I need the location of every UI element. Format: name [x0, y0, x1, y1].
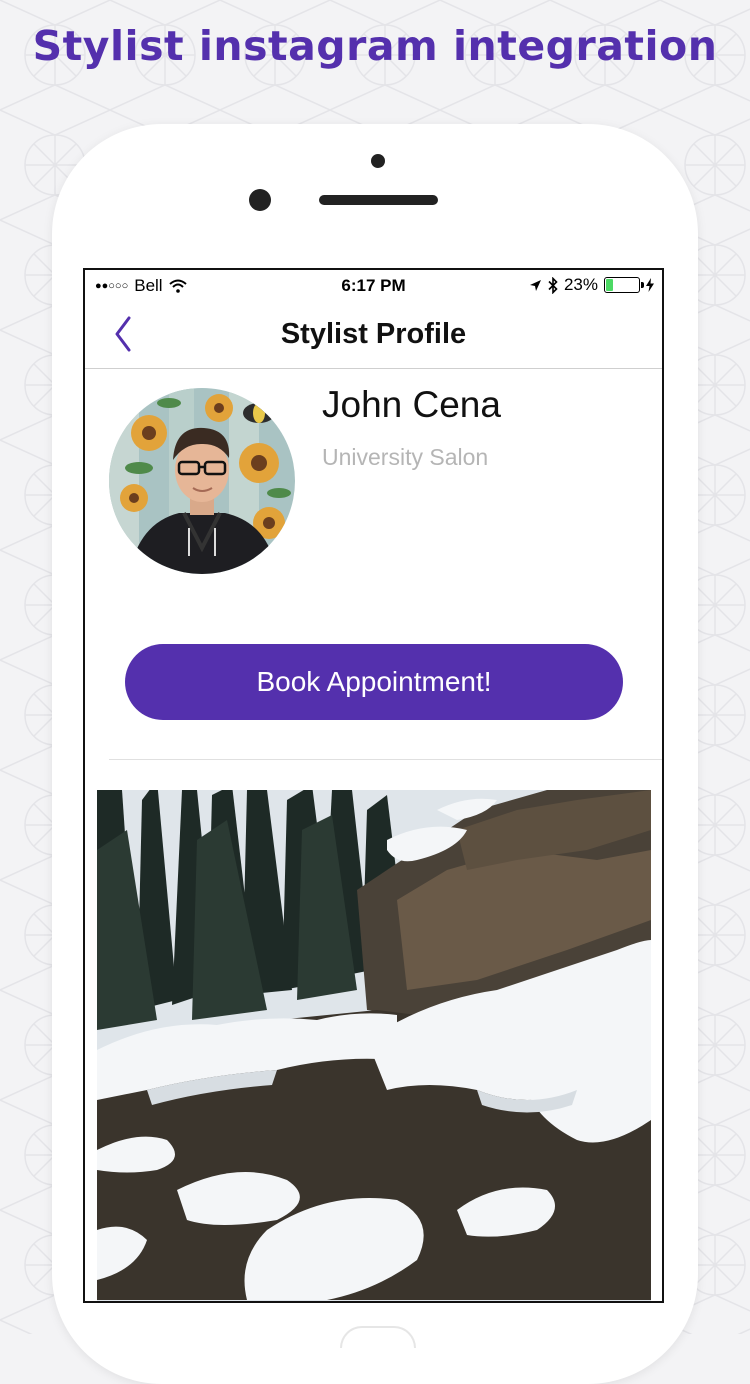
- battery-level-fill: [606, 279, 613, 291]
- page-headline: Stylist instagram integration: [32, 22, 718, 70]
- status-right: 23%: [529, 275, 654, 295]
- avatar-photo: [109, 388, 295, 574]
- home-button[interactable]: [340, 1326, 416, 1348]
- battery-tip: [641, 282, 644, 288]
- status-bar: ●●○○○ Bell 6:17 PM 23%: [85, 270, 662, 302]
- bluetooth-icon: [548, 276, 558, 294]
- location-arrow-icon: [529, 279, 541, 291]
- battery-icon: [604, 277, 644, 293]
- nav-title: Stylist Profile: [280, 318, 467, 350]
- salon-name: University Salon: [322, 444, 489, 470]
- instagram-photo-image: [97, 790, 651, 1301]
- book-appointment-button[interactable]: Book Appointment!: [125, 644, 623, 720]
- proximity-sensor: [371, 154, 385, 168]
- navigation-bar: Stylist Profile: [85, 302, 662, 369]
- stylist-name: John Cena: [322, 384, 501, 425]
- phone-screen: ●●○○○ Bell 6:17 PM 23% Stylist Profile J…: [83, 268, 664, 1303]
- instagram-photo[interactable]: [97, 790, 651, 1301]
- battery-percent: 23%: [563, 275, 598, 294]
- charging-bolt-icon: [646, 278, 654, 292]
- section-divider: [109, 759, 662, 760]
- front-camera: [249, 189, 271, 211]
- earpiece-speaker: [319, 195, 438, 205]
- avatar: [109, 388, 295, 574]
